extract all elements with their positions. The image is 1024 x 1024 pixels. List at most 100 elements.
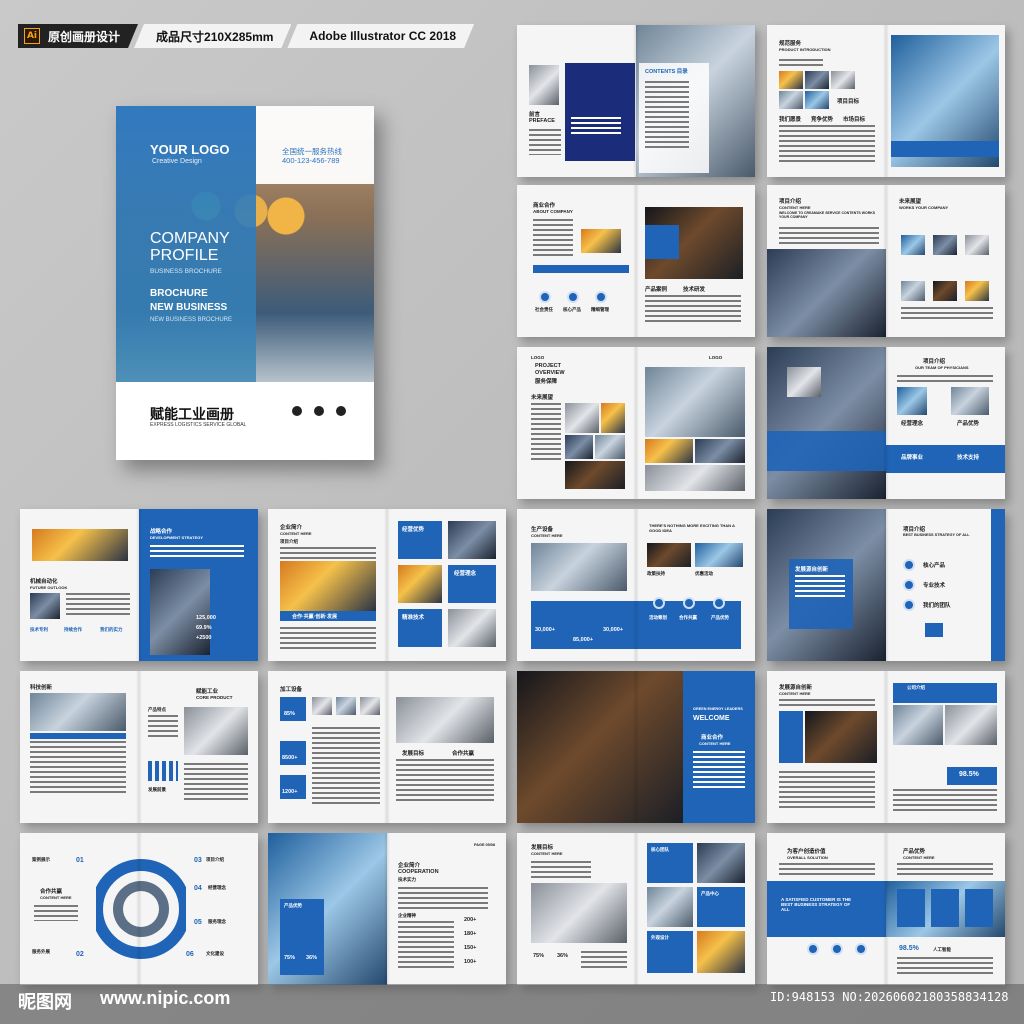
- illustrator-icon: Ai: [24, 28, 40, 44]
- cover-white-panel: [256, 106, 374, 184]
- s17-body: [581, 951, 627, 971]
- s8-photo-2: [398, 565, 442, 603]
- s16-title: 企业简介: [398, 863, 421, 869]
- s8-sunset-photo: [280, 561, 376, 611]
- s5-side: 未来展望: [531, 395, 554, 401]
- spread-production-equipment: 生产设备 CONTENT HERE THERE'S NOTHING MORE E…: [517, 509, 755, 661]
- tag-bar: Ai 原创画册设计 成品尺寸210X285mm Adobe Illustrato…: [18, 24, 470, 48]
- s18-title: 为客户创造价值: [787, 849, 826, 855]
- spread-standard-service: 规范服务 PRODUCT INTRODUCTION 项目目标 我们愿景 竞争优势…: [767, 25, 1005, 177]
- s8-sub: CONTENT HERE: [280, 531, 312, 536]
- s2-label-4: 市场目标: [843, 117, 866, 123]
- watermark-logo: 昵图网: [18, 992, 72, 1012]
- s12-photo-3: [360, 697, 380, 715]
- s6-sub: OUR TEAM OF PHYSICIANS: [915, 365, 969, 370]
- s11-table: [30, 741, 126, 795]
- s18-sub: OVERALL SOLUTION: [787, 855, 828, 860]
- s16-body: [398, 921, 454, 971]
- s15-l3: 服务外展: [32, 949, 50, 954]
- s16-r4: 150+: [464, 945, 477, 951]
- watermark-url[interactable]: www.nipic.com: [100, 988, 230, 1009]
- s17-text: [531, 861, 591, 879]
- s13-welcome: WELCOME: [693, 715, 730, 722]
- mail-icon: [336, 406, 346, 416]
- s15-n1: 01: [76, 857, 84, 864]
- s15-n2: 02: [76, 951, 84, 958]
- s17-n1: 75%: [533, 953, 545, 959]
- s3-circle-label-3: 精细管理: [591, 307, 609, 312]
- s9-r2: 合作共赢: [679, 615, 697, 620]
- s15-l2: 合作共赢: [40, 889, 63, 895]
- s15-l1: 案例展示: [32, 857, 50, 862]
- s17-r3: 外观设计: [651, 935, 669, 940]
- image-id: ID:948153 NO:20260602180358834128: [770, 990, 1009, 1004]
- s9-circle-3: [713, 597, 725, 609]
- s10-circle-2: [903, 579, 915, 591]
- s7-small-photo: [30, 593, 60, 619]
- s9-header: THERE'S NOTHING MORE EXCITING THAN A GOO…: [649, 523, 735, 533]
- s6-label-3: 品牌事业: [901, 455, 924, 461]
- s15-r4: 文化建设: [206, 951, 224, 956]
- s8-r3: 精准技术: [402, 615, 425, 621]
- s12-stat-box-2: [280, 741, 306, 765]
- s7-n1: 125,000: [196, 615, 216, 621]
- s16-l1: 产品优势: [284, 903, 302, 908]
- s5-text: [531, 403, 561, 463]
- s6-inset-photo: [787, 367, 821, 397]
- s10-title: 项目介绍: [903, 527, 926, 533]
- s7-text: [66, 593, 130, 617]
- s9-photo-2: [695, 543, 743, 567]
- s3-circle-2: [567, 291, 579, 303]
- s13-text: [693, 751, 745, 791]
- s4-gears-photo: [767, 249, 886, 337]
- s2-photo-4: [779, 91, 803, 109]
- s13-blue-panel: [683, 671, 755, 823]
- s14-title: 发展源自创新: [779, 685, 813, 691]
- s12-photo-1: [312, 697, 332, 715]
- s3-circle-1: [539, 291, 551, 303]
- cover-new-business-sub: NEW BUSINESS BROCHURE: [150, 317, 233, 323]
- s17-title: 发展目标: [531, 845, 554, 851]
- s2-photo-1: [779, 71, 803, 89]
- s7-title: 战略合作: [150, 529, 173, 535]
- s14-sub: CONTENT HERE: [779, 691, 811, 696]
- s9-r1: 活动筹划: [649, 615, 667, 620]
- s6-text: [897, 375, 993, 385]
- s5-title-1: PROJECT: [535, 363, 561, 369]
- s3-circle-3: [595, 291, 607, 303]
- s14-motor-photo: [805, 711, 877, 763]
- spread-innovation: 发展源自创新 项目介绍 BEST BUSINESS STRATEGY OF AL…: [767, 509, 1005, 661]
- tag-software: Adobe Illustrator CC 2018: [287, 24, 474, 48]
- s7-bearing-photo: [150, 569, 210, 655]
- cover-brochure: BROCHURE: [150, 288, 208, 299]
- s8-slogan: 合作·共赢·创新·发展: [292, 614, 337, 620]
- s8-text: [280, 547, 376, 559]
- s4-title: 项目介绍: [779, 199, 802, 205]
- s18-circle-3: [855, 943, 867, 955]
- s7-sub: DEVELOPMENT STRATEGY: [150, 535, 204, 540]
- s6-machine-photo: [767, 347, 886, 499]
- s10-l2: 专业技术: [923, 583, 946, 589]
- s7-n2: 69.9%: [196, 625, 212, 631]
- s10-circle-3: [903, 599, 915, 611]
- s7-left-sub: FUTURE OUTLOOK: [30, 585, 68, 590]
- s9-circle-1: [653, 597, 665, 609]
- s7-panel-text: [150, 545, 244, 557]
- web-icon: [314, 406, 324, 416]
- tag-size: 成品尺寸210X285mm: [134, 24, 291, 48]
- s5-title-3: 服务保障: [535, 379, 558, 385]
- s3-label-1: 产品案例: [645, 287, 668, 293]
- spread-business-cooperation: 商业合作 ABOUT COMPANY 社会责任 核心产品 精细管理 产品案例 技…: [517, 185, 755, 337]
- s15-n4: 04: [194, 885, 202, 892]
- s9-n3: 30,000+: [603, 627, 624, 633]
- s12-title: 加工设备: [280, 687, 303, 693]
- s17-r1: 核心团队: [651, 847, 669, 852]
- s9-photo-1: [647, 543, 691, 567]
- s6-blue-band: [767, 431, 886, 471]
- s4-photo-6: [965, 281, 989, 301]
- s12-n3: 1200+: [282, 789, 298, 795]
- s3-sub: ABOUT COMPANY: [533, 209, 573, 214]
- s18-right: 产品优势: [903, 849, 926, 855]
- s17-n2: 36%: [557, 953, 569, 959]
- preface-label-en: PREFACE: [529, 118, 555, 124]
